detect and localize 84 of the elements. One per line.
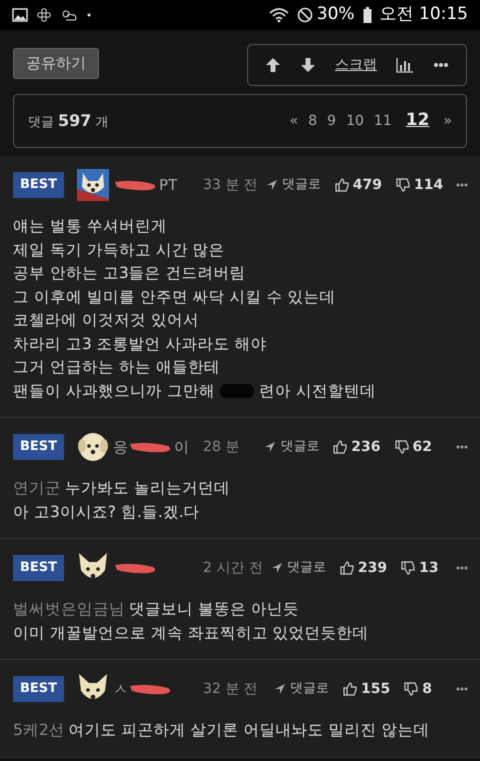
thumbs-down-icon <box>394 440 409 454</box>
page-link[interactable]: 12 <box>402 108 434 134</box>
scrap-button[interactable]: 스크랩 <box>334 54 377 76</box>
page-link[interactable]: 10 <box>346 111 364 132</box>
comment-text: 차라리 고3 조롱발언 사과라도 해야 <box>13 334 267 354</box>
page-link[interactable]: 8 <box>308 111 318 132</box>
send-arrow-icon <box>274 683 286 695</box>
wifi-icon <box>268 7 289 23</box>
bar-chart-icon[interactable] <box>396 57 414 73</box>
best-badge: BEST <box>13 172 64 198</box>
best-badge: BEST <box>13 555 64 581</box>
comment-text: 그거 언급하는 하는 애들한테 <box>13 357 220 378</box>
comment-text: 이미 개꿀발언으로 계속 좌표찍히고 있었던듯한데 <box>13 622 369 644</box>
time-ago: 2 시간 전 <box>203 558 263 578</box>
dislike-button[interactable]: 8 <box>404 678 432 700</box>
send-arrow-icon <box>264 441 276 453</box>
dislike-button[interactable]: 114 <box>396 174 444 196</box>
dot-icon <box>86 12 92 18</box>
username: PT <box>159 174 178 196</box>
battery-percent: 30% <box>316 3 355 26</box>
comment-text: 얘는 벌통 쑤셔버린게 <box>13 216 167 237</box>
send-arrow-icon <box>270 562 283 574</box>
reply-button[interactable]: 댓글로 <box>270 558 326 578</box>
comment-text: 여기도 피곤하게 살기론 어딜내놔도 밀리진 않는데 <box>68 720 430 741</box>
page-link[interactable]: « <box>290 111 298 132</box>
comment-text: 팬들이 사과했으니까 그만해 <box>13 380 215 402</box>
thumbs-down-icon <box>396 178 410 192</box>
share-button[interactable]: 공유하기 <box>13 48 99 79</box>
time-ago: 33 분 전 <box>203 176 258 194</box>
dog-avatar-icon <box>77 169 110 201</box>
like-button[interactable]: 236 <box>333 436 381 458</box>
comment-text: 공부 안하는 고3들은 건드려버림 <box>13 263 246 284</box>
comment-text: 아 고3이시죠? 힘.들.겠.다 <box>13 502 200 522</box>
comment-text: 댓글보니 불똥은 아닌듯 <box>129 599 299 620</box>
thumbs-up-icon <box>333 440 348 454</box>
more-icon[interactable] <box>456 687 468 691</box>
username: 이 <box>174 436 190 458</box>
count-unit: 개 <box>95 114 108 132</box>
page-link[interactable]: 11 <box>374 111 392 132</box>
thumbs-up-icon <box>340 561 354 575</box>
comment-text: 제일 독기 가득하고 시간 많은 <box>13 240 225 260</box>
comment-text: 코첼라에 이것저것 있어서 <box>13 310 199 331</box>
like-button[interactable]: 155 <box>343 678 390 700</box>
thumbs-down-icon <box>401 561 416 575</box>
mentioned-user: 벌써벗은임금님 <box>13 599 125 620</box>
username: ㅅ <box>113 678 128 700</box>
reply-button[interactable]: 댓글로 <box>266 175 321 195</box>
comment-text: 누가봐도 놀리는거던데 <box>65 478 230 499</box>
thumbs-down-icon <box>404 682 418 696</box>
mentioned-user: 5케2선 <box>13 720 65 741</box>
reply-button[interactable]: 댓글로 <box>274 679 330 699</box>
comment-count: 597 <box>58 110 92 132</box>
comment-text: 그 이후에 빌미를 안주면 싸닥 시킬 수 있는데 <box>13 286 336 308</box>
send-arrow-icon <box>266 179 278 191</box>
more-icon[interactable] <box>456 183 468 187</box>
page-link[interactable]: » <box>443 111 452 132</box>
down-arrow-icon[interactable] <box>300 57 316 73</box>
more-icon[interactable] <box>456 566 468 570</box>
censor-block <box>218 383 255 400</box>
flower-icon <box>36 7 52 23</box>
reply-button[interactable]: 댓글로 <box>264 437 320 457</box>
more-icon[interactable] <box>432 62 449 68</box>
best-badge: BEST <box>13 434 64 460</box>
battery-icon <box>362 7 372 23</box>
thumbs-up-icon <box>334 178 349 192</box>
dislike-button[interactable]: 62 <box>394 436 432 458</box>
thumbs-up-icon <box>343 682 358 696</box>
page-link[interactable]: 9 <box>327 111 336 132</box>
dog-avatar-icon <box>77 431 110 463</box>
clock: 오전 10:15 <box>380 3 468 26</box>
time-ago: 28 분 <box>203 438 240 456</box>
comment-label: 댓글 <box>28 114 54 132</box>
blocked-icon <box>296 7 313 23</box>
username: 응 <box>113 436 128 458</box>
more-icon[interactable] <box>456 445 468 449</box>
time-ago: 32 분 전 <box>203 680 258 698</box>
up-arrow-icon[interactable] <box>265 57 282 73</box>
image-icon <box>12 8 28 22</box>
like-button[interactable]: 479 <box>334 174 382 196</box>
dislike-button[interactable]: 13 <box>401 558 439 578</box>
like-button[interactable]: 239 <box>340 558 388 578</box>
comment-text: 련아 시전할텐데 <box>258 380 376 402</box>
mentioned-user: 연기군 <box>13 478 61 499</box>
best-badge: BEST <box>13 676 64 702</box>
